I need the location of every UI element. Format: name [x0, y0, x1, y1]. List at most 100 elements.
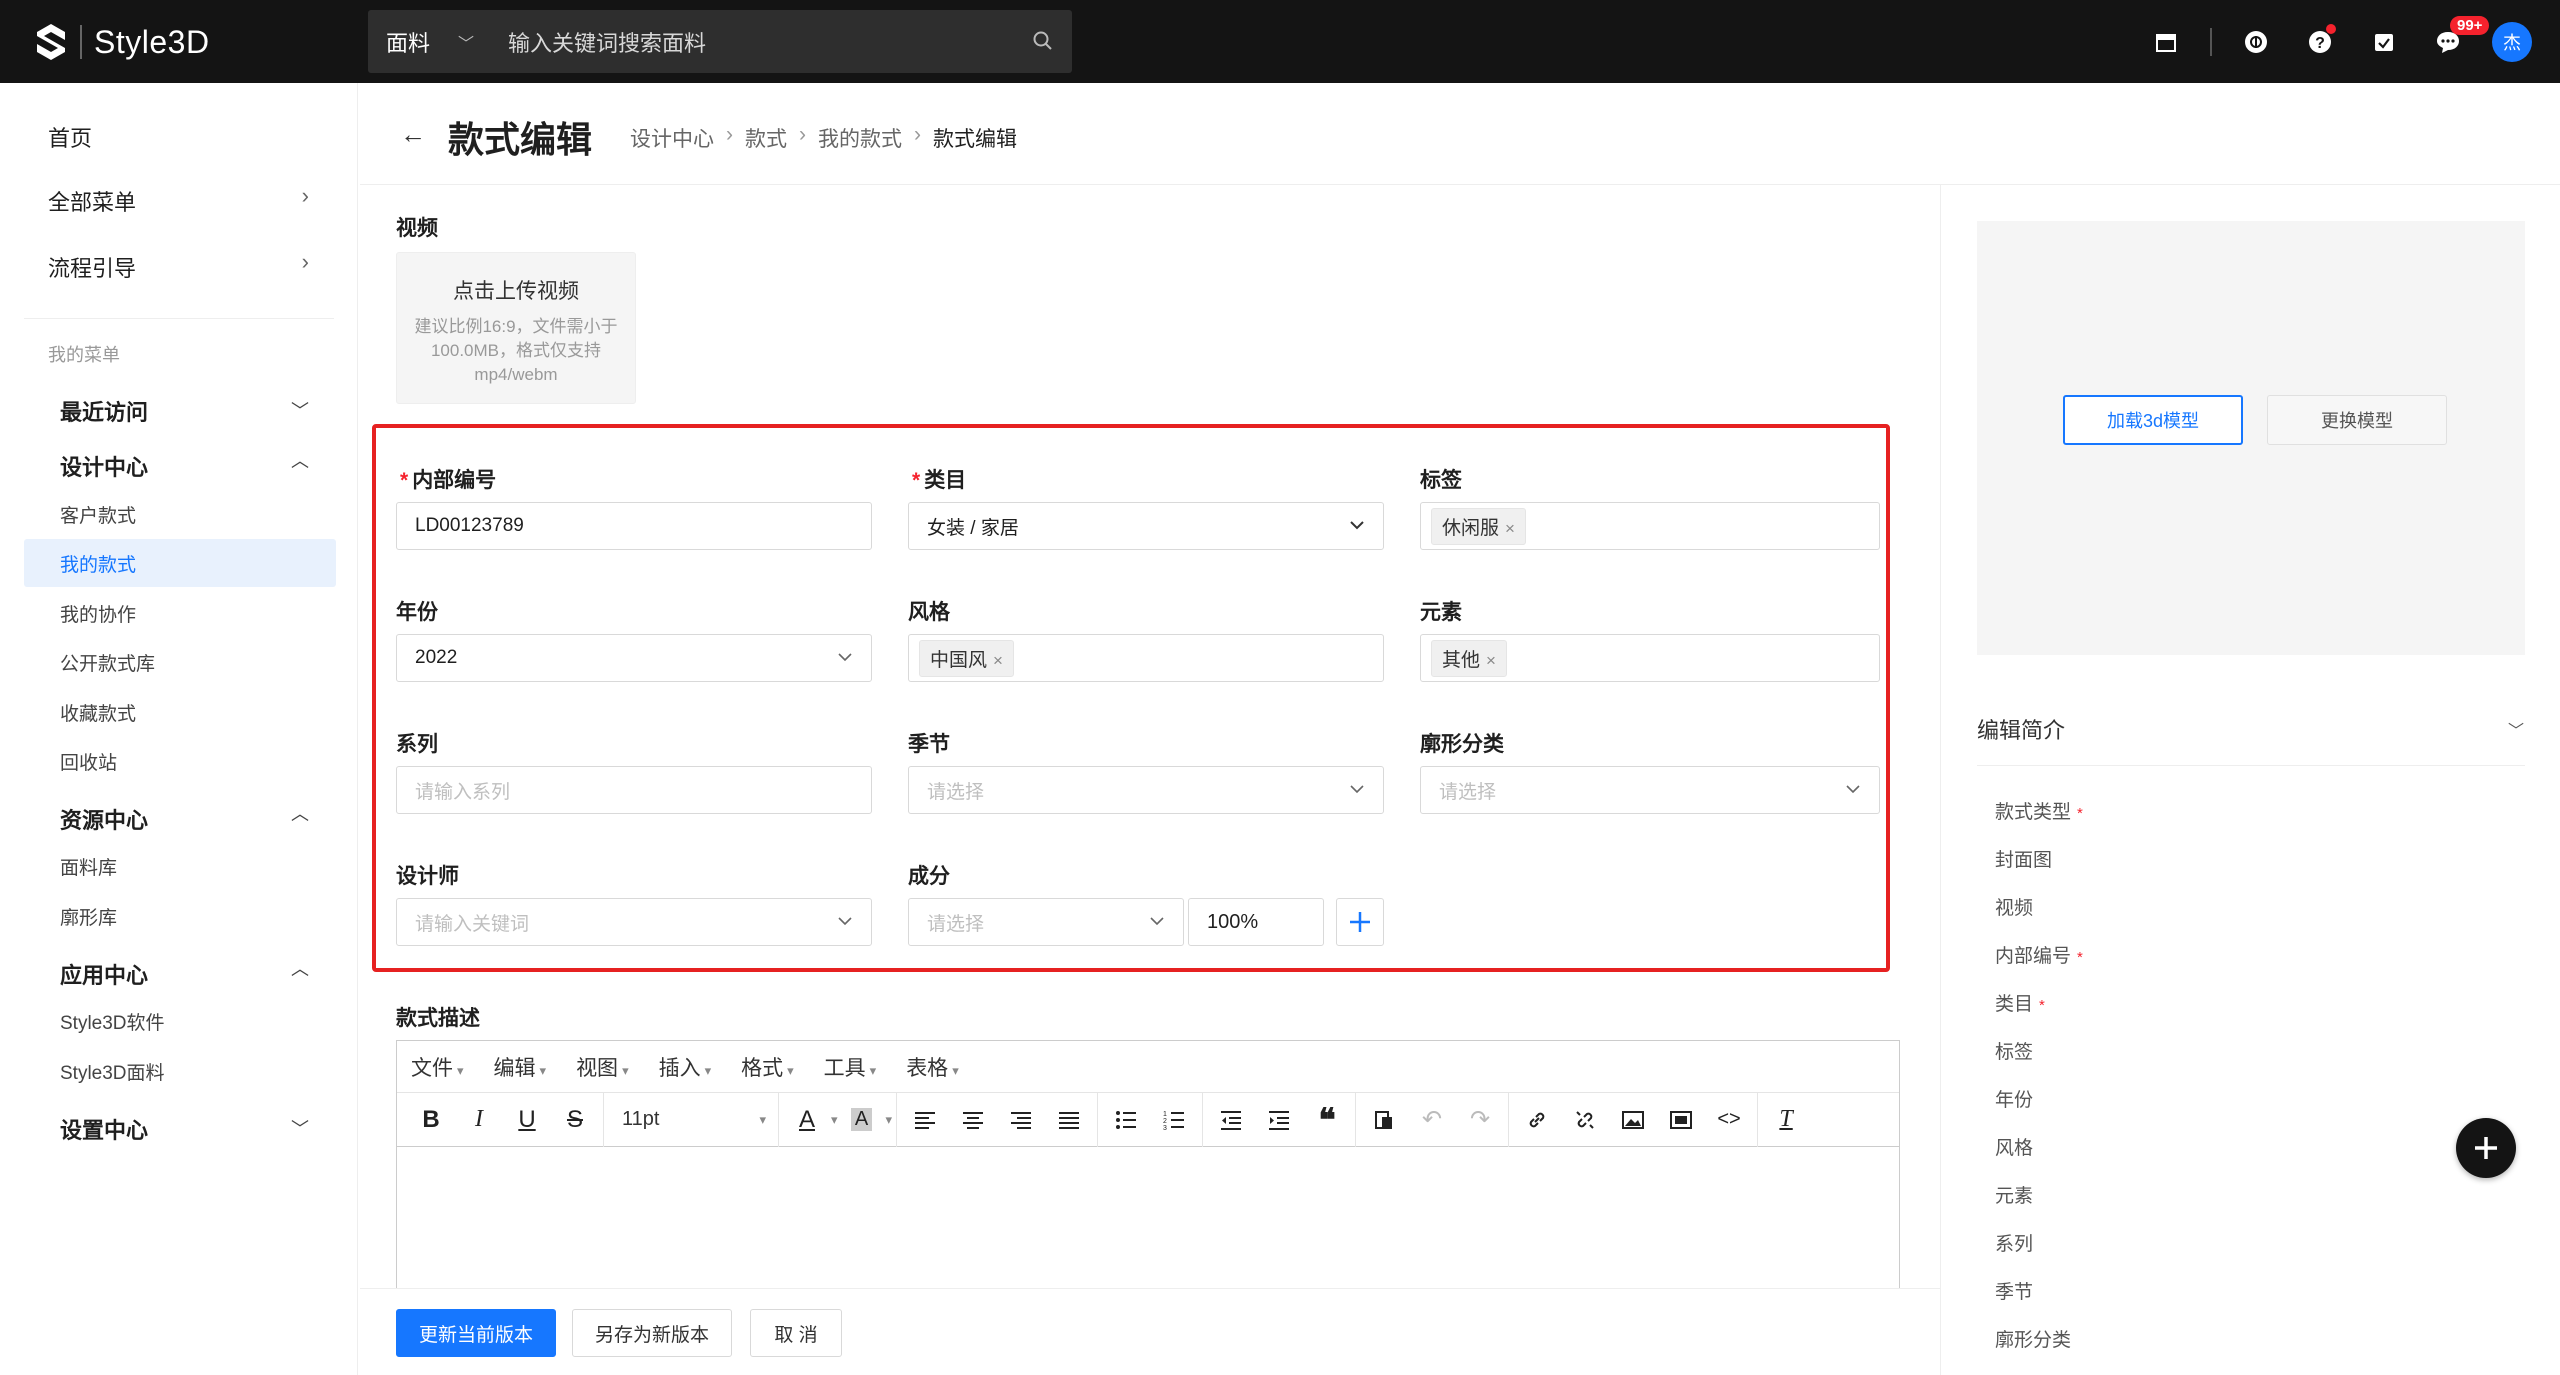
text-color-icon[interactable]: A: [783, 1100, 831, 1140]
edit-intro-item[interactable]: 标签: [1995, 1037, 2033, 1064]
back-arrow-icon[interactable]: ←: [400, 119, 426, 150]
clear-format-icon[interactable]: T: [1762, 1100, 1810, 1140]
blockquote-icon[interactable]: ❝: [1303, 1100, 1351, 1140]
background-color-icon[interactable]: A: [838, 1100, 886, 1140]
edit-intro-item[interactable]: 年份: [1995, 1085, 2033, 1112]
add-floating-button[interactable]: [2456, 1118, 2516, 1178]
chevron-up-icon[interactable]: ︿: [291, 447, 309, 473]
sidebar-item-process-guide[interactable]: 流程引导: [48, 251, 136, 283]
menu-file[interactable]: 文件 ▾: [411, 1052, 464, 1082]
bold-icon[interactable]: B: [407, 1100, 455, 1140]
globe-icon[interactable]: [2236, 22, 2276, 62]
task-icon[interactable]: [2364, 22, 2404, 62]
edit-intro-title[interactable]: 编辑简介: [1977, 713, 2065, 745]
menu-format[interactable]: 格式 ▾: [741, 1052, 794, 1082]
undo-icon[interactable]: ↶: [1408, 1100, 1456, 1140]
sidebar-group-resource-center[interactable]: 资源中心: [60, 803, 148, 835]
video-upload-area[interactable]: 点击上传视频 建议比例16:9，文件需小于100.0MB，格式仅支持mp4/we…: [396, 252, 636, 404]
video-icon[interactable]: [1657, 1100, 1705, 1140]
3d-model-viewer[interactable]: 加载3d模型 更换模型: [1977, 221, 2525, 655]
menu-table[interactable]: 表格 ▾: [906, 1052, 959, 1082]
align-justify-icon[interactable]: [1045, 1100, 1093, 1140]
message-icon[interactable]: 99+: [2428, 16, 2490, 62]
tags-select[interactable]: 休闲服 ×: [1420, 502, 1880, 550]
year-select[interactable]: 2022: [396, 634, 872, 682]
search-type-select[interactable]: 面料 ﹀: [368, 26, 488, 58]
align-right-icon[interactable]: [997, 1100, 1045, 1140]
add-composition-button[interactable]: [1336, 898, 1384, 946]
indent-icon[interactable]: [1255, 1100, 1303, 1140]
edit-intro-item[interactable]: 系列: [1995, 1229, 2033, 1256]
change-model-button[interactable]: 更换模型: [2267, 395, 2447, 445]
outdent-icon[interactable]: [1207, 1100, 1255, 1140]
edit-intro-item[interactable]: 封面图: [1995, 845, 2052, 872]
chevron-up-icon[interactable]: ︿: [291, 800, 309, 826]
sidebar-group-app-center[interactable]: 应用中心: [60, 958, 148, 990]
breadcrumb-item[interactable]: 设计中心: [630, 123, 714, 153]
image-icon[interactable]: [1609, 1100, 1657, 1140]
redo-icon[interactable]: ↷: [1456, 1100, 1504, 1140]
unlink-icon[interactable]: [1561, 1100, 1609, 1140]
cancel-button[interactable]: 取 消: [750, 1309, 842, 1357]
sidebar-item-favorites[interactable]: 收藏款式: [60, 699, 136, 726]
edit-intro-item[interactable]: 风格: [1995, 1133, 2033, 1160]
sidebar-item-fabric-library[interactable]: 面料库: [60, 853, 117, 880]
sidebar-item-style3d-software[interactable]: Style3D软件: [60, 1008, 165, 1035]
search-icon[interactable]: [1032, 30, 1054, 52]
edit-intro-item[interactable]: 类目 *: [1995, 989, 2049, 1016]
link-icon[interactable]: [1513, 1100, 1561, 1140]
underline-icon[interactable]: U: [503, 1100, 551, 1140]
breadcrumb-item[interactable]: 我的款式: [818, 123, 902, 153]
sidebar-item-recycle-bin[interactable]: 回收站: [60, 748, 117, 775]
sidebar-item-my-collab[interactable]: 我的协作: [60, 600, 136, 627]
composition-select[interactable]: 请选择: [908, 898, 1184, 946]
edit-intro-item[interactable]: 季节: [1995, 1277, 2033, 1304]
sidebar-item-all-menu[interactable]: 全部菜单: [48, 185, 136, 217]
menu-tools[interactable]: 工具 ▾: [824, 1052, 877, 1082]
font-size-select[interactable]: 11pt ▾: [608, 1100, 774, 1140]
close-icon[interactable]: ×: [1505, 519, 1515, 538]
internal-no-input[interactable]: LD00123789: [396, 502, 872, 550]
menu-insert[interactable]: 插入 ▾: [659, 1052, 712, 1082]
sidebar-item-public-library[interactable]: 公开款式库: [60, 649, 155, 676]
silhouette-select[interactable]: 请选择: [1420, 766, 1880, 814]
menu-edit[interactable]: 编辑 ▾: [494, 1052, 547, 1082]
align-left-icon[interactable]: [901, 1100, 949, 1140]
help-icon[interactable]: ?: [2300, 22, 2340, 62]
load-3d-model-button[interactable]: 加载3d模型: [2063, 395, 2243, 445]
numbered-list-icon[interactable]: 123: [1150, 1100, 1198, 1140]
sidebar-group-settings[interactable]: 设置中心: [60, 1113, 148, 1145]
search-input[interactable]: 输入关键词搜索面料: [488, 26, 1072, 58]
chevron-down-icon[interactable]: ﹀: [2508, 717, 2524, 741]
close-icon[interactable]: ×: [1486, 651, 1496, 670]
edit-intro-item[interactable]: 视频: [1995, 893, 2033, 920]
align-center-icon[interactable]: [949, 1100, 997, 1140]
series-input[interactable]: 请输入系列: [396, 766, 872, 814]
bullet-list-icon[interactable]: [1102, 1100, 1150, 1140]
sidebar-group-recent[interactable]: 最近访问: [60, 395, 148, 427]
caret-down-icon[interactable]: ▾: [886, 1112, 893, 1128]
menu-view[interactable]: 视图 ▾: [576, 1052, 629, 1082]
sidebar-item-home[interactable]: 首页: [48, 121, 92, 153]
italic-icon[interactable]: I: [455, 1100, 503, 1140]
strikethrough-icon[interactable]: S: [551, 1100, 599, 1140]
app-logo[interactable]: Style3D: [34, 20, 210, 64]
chevron-down-icon[interactable]: ﹀: [291, 1115, 309, 1141]
chevron-up-icon[interactable]: ︿: [291, 955, 309, 981]
edit-intro-item[interactable]: 廓形分类: [1995, 1325, 2071, 1352]
edit-intro-item[interactable]: 款式类型 *: [1995, 797, 2087, 824]
category-select[interactable]: 女装 / 家居: [908, 502, 1384, 550]
edit-intro-item[interactable]: 内部编号 *: [1995, 941, 2087, 968]
designer-select[interactable]: 请输入关键词: [396, 898, 872, 946]
breadcrumb-item[interactable]: 款式: [745, 123, 787, 153]
store-icon[interactable]: [2146, 22, 2186, 62]
sidebar-item-silhouette-library[interactable]: 廓形库: [60, 903, 117, 930]
chevron-down-icon[interactable]: ﹀: [291, 397, 309, 423]
sidebar-item-style3d-fabric[interactable]: Style3D面料: [60, 1058, 165, 1085]
sidebar-item-customer-styles[interactable]: 客户款式: [60, 501, 136, 528]
close-icon[interactable]: ×: [993, 651, 1003, 670]
edit-intro-item[interactable]: 元素: [1995, 1181, 2033, 1208]
code-icon[interactable]: <>: [1705, 1100, 1753, 1140]
paste-icon[interactable]: [1360, 1100, 1408, 1140]
composition-percent-input[interactable]: 100%: [1188, 898, 1324, 946]
